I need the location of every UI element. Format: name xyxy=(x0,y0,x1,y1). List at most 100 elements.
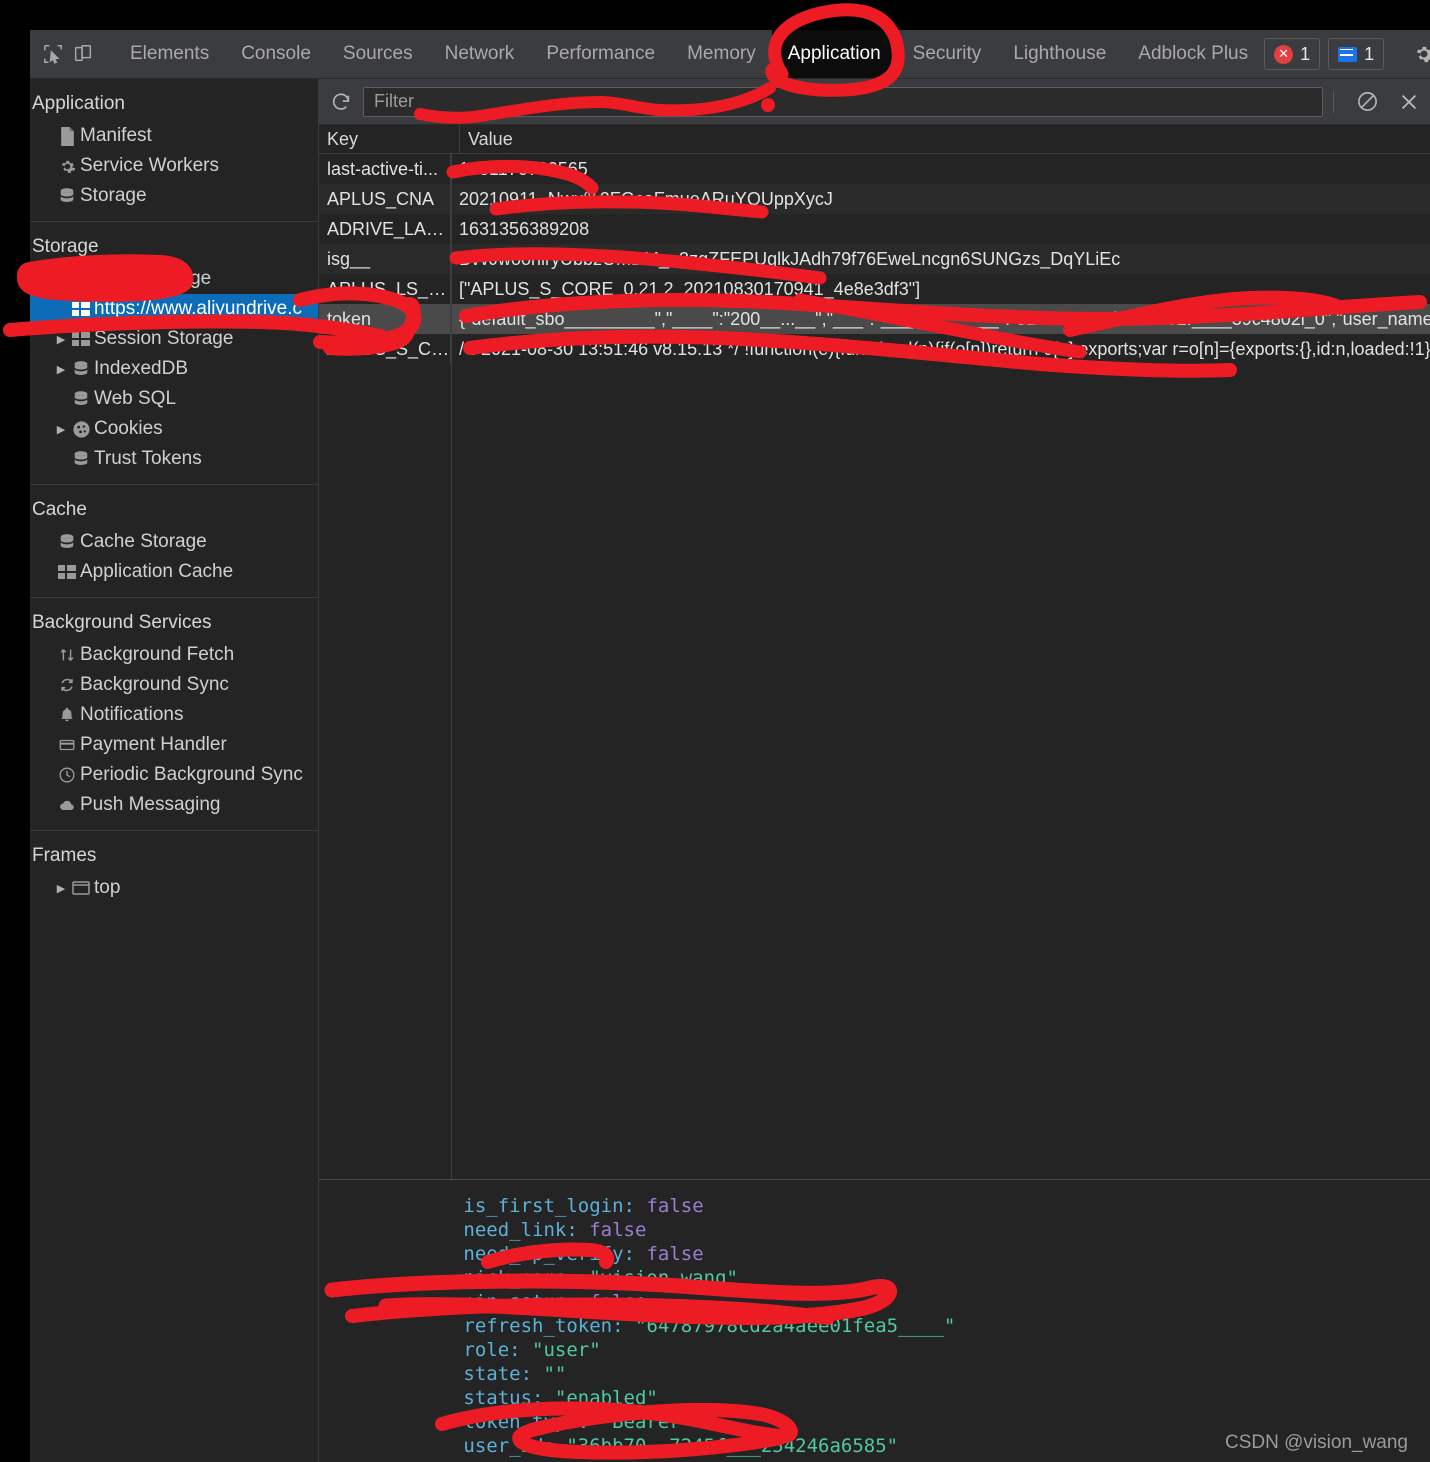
sidebar-item-cookies[interactable]: ▶ Cookies xyxy=(30,414,318,444)
storage-filter-toolbar: Filter xyxy=(319,79,1430,125)
sidebar-item-label: Application Cache xyxy=(80,561,234,582)
database-icon xyxy=(54,187,80,205)
table-row[interactable]: APLUS_LS_KEY ["APLUS_S_CORE_0.21.2_20210… xyxy=(319,274,1430,304)
sidebar-item-label: IndexedDB xyxy=(94,358,189,379)
sidebar-item-cache-storage[interactable]: Cache Storage xyxy=(30,527,318,557)
sidebar-item-background-fetch[interactable]: Background Fetch xyxy=(30,640,318,670)
tab-security[interactable]: Security xyxy=(897,30,998,78)
tab-performance[interactable]: Performance xyxy=(530,30,671,78)
sidebar-title: Application xyxy=(32,93,125,114)
sidebar-item-periodic-background-sync[interactable]: Periodic Background Sync xyxy=(30,760,318,790)
table-row[interactable]: APLUS_S_CO... /*! 2021-08-30 13:51:46 v8… xyxy=(319,334,1430,364)
storage-main-pane: Filter Key Value last-active-ti... 16311… xyxy=(319,79,1430,1462)
column-header-key[interactable]: Key xyxy=(319,125,460,153)
table-header: Key Value xyxy=(319,125,1430,154)
tab-console[interactable]: Console xyxy=(225,30,327,78)
sidebar-item-label: Session Storage xyxy=(94,328,234,349)
devtools-body: Application Manifest Service Workers Sto… xyxy=(30,79,1430,1462)
chevron-down-icon[interactable]: ▼ xyxy=(54,273,68,285)
storage-section: Storage ▼ Local Storage https://www.aliy… xyxy=(30,222,318,485)
background-services-section: Background Services Background Fetch Bac… xyxy=(30,598,318,831)
sidebar-item-indexeddb[interactable]: ▶ IndexedDB xyxy=(30,354,318,384)
updown-arrows-icon xyxy=(54,646,80,664)
filter-input[interactable]: Filter xyxy=(363,86,1323,117)
tab-sources[interactable]: Sources xyxy=(327,30,429,78)
sidebar-item-background-sync[interactable]: Background Sync xyxy=(30,670,318,700)
sidebar-item-payment-handler[interactable]: Payment Handler xyxy=(30,730,318,760)
sidebar-item-web-sql[interactable]: Web SQL xyxy=(30,384,318,414)
tab-application[interactable]: Application xyxy=(771,30,897,78)
storage-section-title: Storage xyxy=(32,236,99,257)
sidebar-item-notifications[interactable]: Notifications xyxy=(30,700,318,730)
tab-network[interactable]: Network xyxy=(429,30,531,78)
table-icon xyxy=(68,301,94,317)
table-row[interactable]: last-active-ti... 1631176730565 xyxy=(319,154,1430,184)
message-count-label: 1 xyxy=(1364,43,1375,64)
devtools-window: Elements Console Sources Network Perform… xyxy=(30,30,1430,1462)
table-row[interactable]: ADRIVE_LAS... 1631356389208 xyxy=(319,214,1430,244)
application-section: Application Manifest Service Workers Sto… xyxy=(30,79,318,222)
application-sidebar: Application Manifest Service Workers Sto… xyxy=(30,79,319,1462)
preview-key: status xyxy=(463,1387,533,1409)
gear-icon xyxy=(1416,46,1430,63)
cell-key: isg__ xyxy=(319,244,451,274)
sidebar-item-local-storage[interactable]: ▼ Local Storage xyxy=(30,264,318,294)
sidebar-item-label: Cookies xyxy=(94,418,163,439)
gear-icon xyxy=(54,157,80,176)
tab-adblock-plus[interactable]: Adblock Plus xyxy=(1122,30,1264,78)
table-icon xyxy=(68,271,94,287)
preview-key: need_link xyxy=(463,1219,567,1241)
sidebar-item-label: Local Storage xyxy=(94,268,212,289)
preview-key: role xyxy=(463,1339,510,1361)
refresh-button[interactable] xyxy=(319,91,363,113)
preview-sep: : xyxy=(566,1291,590,1313)
sidebar-item-label: Payment Handler xyxy=(80,734,227,755)
table-row[interactable]: APLUS_CNA 20210911_Nwu%2FGcaFmueARuYQUpp… xyxy=(319,184,1430,214)
chevron-right-icon[interactable]: ▶ xyxy=(54,333,68,346)
cell-value: ["APLUS_S_CORE_0.21.2_20210830170941_4e8… xyxy=(459,279,921,299)
sidebar-item-trust-tokens[interactable]: Trust Tokens xyxy=(30,444,318,474)
sidebar-item-top-frame[interactable]: ▶ top xyxy=(30,873,318,903)
settings-button[interactable] xyxy=(1412,42,1430,66)
storage-table: Key Value last-active-ti... 163117673056… xyxy=(319,125,1430,1179)
chevron-right-icon[interactable]: ▶ xyxy=(54,882,68,895)
delete-selected-button[interactable] xyxy=(1388,91,1430,113)
preview-sep: : xyxy=(566,1219,590,1241)
preview-key: nick_name xyxy=(463,1267,567,1289)
table-icon xyxy=(68,331,94,347)
table-body[interactable]: last-active-ti... 1631176730565 APLUS_CN… xyxy=(319,154,1430,1179)
chevron-right-icon[interactable]: ▶ xyxy=(54,363,68,376)
cell-value: /*! 2021-08-30 13:51:46 v8.15.13 */ !fun… xyxy=(459,339,1430,359)
preview-sep: : xyxy=(520,1363,544,1385)
background-section-title: Background Services xyxy=(32,612,212,633)
sidebar-item-storage[interactable]: Storage xyxy=(30,181,318,211)
error-count-badge[interactable]: ✕ 1 xyxy=(1264,38,1321,70)
sidebar-item-manifest[interactable]: Manifest xyxy=(30,121,318,151)
no-entry-clear-icon xyxy=(1357,92,1377,111)
preview-key: user_id xyxy=(463,1435,544,1457)
table-row[interactable]: isg__ BvvJwooniryUbbzOMDM_n3zgZFEPUglkJA… xyxy=(319,244,1430,274)
inspect-cursor-icon[interactable] xyxy=(42,37,64,71)
tab-lighthouse[interactable]: Lighthouse xyxy=(997,30,1122,78)
cell-value: 1631356389208 xyxy=(459,219,590,239)
column-header-value[interactable]: Value xyxy=(460,125,1430,153)
device-toolbar-icon[interactable] xyxy=(72,37,94,71)
preview-value: false xyxy=(646,1195,704,1217)
tab-memory[interactable]: Memory xyxy=(671,30,772,78)
chevron-right-icon[interactable]: ▶ xyxy=(54,423,68,436)
table-row-selected[interactable]: token {"default_sbo_________","____":"20… xyxy=(319,304,1430,334)
cell-value: 20210911_Nwu%2FGcaFmueARuYQUppXycJ xyxy=(459,189,833,209)
message-count-badge[interactable]: 1 xyxy=(1328,38,1385,70)
sidebar-item-session-storage[interactable]: ▶ Session Storage xyxy=(30,324,318,354)
cloud-icon xyxy=(54,796,80,814)
clear-storage-button[interactable] xyxy=(1346,90,1388,113)
sidebar-item-aliyundrive-origin[interactable]: https://www.aliyundrive.c xyxy=(30,294,318,324)
value-preview-panel[interactable]: is_first_login: false need_link: false n… xyxy=(319,1179,1430,1462)
tab-elements[interactable]: Elements xyxy=(114,30,225,78)
sidebar-item-service-workers[interactable]: Service Workers xyxy=(30,151,318,181)
cookie-icon xyxy=(68,420,94,439)
cell-key: APLUS_LS_KEY xyxy=(319,274,451,304)
preview-value: "user" xyxy=(532,1339,601,1361)
sidebar-item-push-messaging[interactable]: Push Messaging xyxy=(30,790,318,820)
sidebar-item-application-cache[interactable]: Application Cache xyxy=(30,557,318,587)
